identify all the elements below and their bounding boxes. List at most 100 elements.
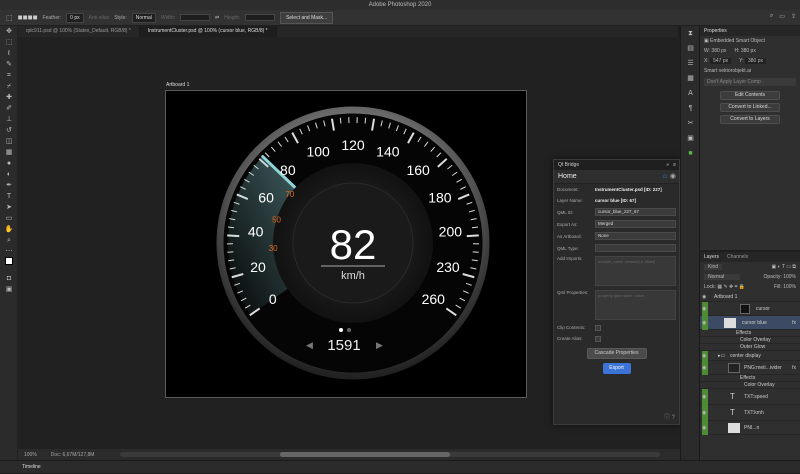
stamp-tool-icon[interactable]: ⊥ [0, 114, 18, 125]
qt-bridge-icon[interactable]: ■ [681, 146, 700, 161]
search-icon[interactable]: ⌕ [770, 13, 773, 20]
visibility-eye-icon[interactable]: ◉ [702, 316, 708, 330]
visibility-eye-icon[interactable]: ◉ [702, 351, 708, 361]
layer-row-selected[interactable]: ◉cursor bluefx [700, 316, 800, 330]
layer-row[interactable]: ◉cursor [700, 302, 800, 316]
panel-menu-icon[interactable]: ≡ [673, 160, 676, 170]
swatches-icon[interactable]: ▦ [681, 71, 700, 86]
visibility-eye-icon[interactable]: ◉ [702, 302, 708, 316]
eyedropper-tool-icon[interactable]: ⌿ [0, 81, 18, 92]
brush-tool-icon[interactable]: ✐ [0, 103, 18, 114]
fx-icon[interactable]: fx [792, 361, 796, 375]
quick-mask-icon[interactable]: ◘ [0, 273, 18, 284]
layer-group-row[interactable]: ◉▸▭center display [700, 351, 800, 361]
layer-effect-row[interactable]: Color Overlay [700, 382, 800, 389]
tab-instrument-cluster[interactable]: InstrumentCluster.psd @ 100% (cursor blu… [140, 26, 277, 37]
layer-row[interactable]: ◉PNI...n [700, 421, 800, 435]
zoom-level[interactable]: 100% [24, 452, 37, 458]
layer-row[interactable]: ◉TTXT:speed [700, 389, 800, 405]
help-icon[interactable]: ? [672, 415, 675, 421]
properties-tab[interactable]: Properties [700, 26, 800, 36]
layer-effects-row[interactable]: Effects [700, 375, 800, 382]
marquee-tool-icon[interactable]: ⬚ [6, 14, 13, 22]
add-imports-input[interactable]: module_name version(i.e.,Main) [595, 256, 676, 286]
tab-channels[interactable]: Channels [727, 252, 748, 262]
layer-effect-row[interactable]: Color Overlay [700, 337, 800, 344]
gradient-tool-icon[interactable]: ▦ [0, 147, 18, 158]
opacity-value[interactable]: 100% [783, 274, 796, 280]
layer-comp-select[interactable]: Don't Apply Layer Comp [704, 78, 796, 86]
more-tools-icon[interactable]: ⋯ [0, 246, 18, 257]
qml-properties-input[interactable]: property type:name: value [595, 290, 676, 320]
filter-icons[interactable]: ▣ ◐ T ▭ ⧉ [772, 264, 796, 270]
export-button[interactable]: Export [603, 363, 631, 374]
qml-id-input[interactable]: cursor_blue_227_67 [595, 208, 676, 216]
layer-row[interactable]: ◉PNG:meti...ividerfx [700, 361, 800, 375]
history-icon[interactable]: ⧗ [681, 26, 700, 41]
lasso-tool-icon[interactable]: ℓ [0, 48, 18, 59]
page-dot[interactable] [347, 328, 351, 332]
create-alias-checkbox[interactable] [595, 336, 601, 342]
visibility-eye-icon[interactable]: ◉ [702, 389, 708, 405]
fx-icon[interactable]: fx [792, 316, 796, 330]
as-artboard-select[interactable]: None [595, 232, 676, 240]
eraser-tool-icon[interactable]: ◫ [0, 136, 18, 147]
pen-tool-icon[interactable]: ✒ [0, 180, 18, 191]
shape-tool-icon[interactable]: ▭ [0, 213, 18, 224]
blend-mode-select[interactable]: Normal [704, 274, 740, 280]
layer-comps-icon[interactable]: ▣ [681, 131, 700, 146]
x-value[interactable]: 547 px [710, 58, 731, 64]
info-icon[interactable]: ⓘ [664, 415, 670, 421]
feather-input[interactable]: 0 px [66, 13, 83, 23]
quick-select-tool-icon[interactable]: ✎ [0, 59, 18, 70]
tab-layers[interactable]: Layers [704, 252, 719, 262]
layer-effects-row[interactable]: Effects [700, 330, 800, 337]
paragraph-icon[interactable]: ¶ [681, 101, 700, 116]
crop-tool-icon[interactable]: ⌗ [0, 70, 18, 81]
convert-to-layers-button[interactable]: Convert to Layers [720, 115, 780, 124]
healing-tool-icon[interactable]: ✚ [0, 92, 18, 103]
cascade-properties-button[interactable]: Cascade Properties [587, 348, 647, 359]
visibility-eye-icon[interactable]: ◉ [702, 405, 708, 421]
layer-effect-row[interactable]: Outer Glow [700, 344, 800, 351]
doc-size[interactable]: Doc: 6,67M/127,8M [51, 452, 95, 458]
libraries-icon[interactable]: ▤ [681, 41, 700, 56]
horizontal-scrollbar[interactable] [120, 452, 660, 457]
style-select[interactable]: Normal [132, 13, 156, 23]
marquee-tool-icon[interactable]: ⬚ [0, 37, 18, 48]
artboard[interactable]: 020406080100120140160180200230260305070 … [165, 90, 527, 398]
qml-type-input[interactable] [595, 244, 676, 252]
select-and-mask-button[interactable]: Select and Mask... [280, 12, 333, 24]
scrollbar-thumb[interactable] [280, 452, 450, 457]
share-icon[interactable]: ⇪ [791, 13, 796, 20]
hand-tool-icon[interactable]: ✋ [0, 224, 18, 235]
path-select-tool-icon[interactable]: ➤ [0, 202, 18, 213]
timeline-panel-tab[interactable]: Timeline [0, 460, 800, 473]
page-dot-active[interactable] [339, 328, 343, 332]
clip-contents-checkbox[interactable] [595, 325, 601, 331]
workspace-icon[interactable]: ▭ [779, 13, 785, 20]
character-icon[interactable]: A [681, 86, 700, 101]
height-input[interactable] [245, 14, 275, 21]
zoom-tool-icon[interactable]: ⌕ [0, 235, 18, 246]
type-tool-icon[interactable]: T [0, 191, 18, 202]
history-brush-icon[interactable]: ↺ [0, 125, 18, 136]
edit-contents-button[interactable]: Edit Contents [720, 91, 780, 100]
prev-arrow-icon[interactable]: ◀ [306, 340, 313, 350]
visibility-eye-icon[interactable]: ◉ [702, 361, 708, 375]
width-input[interactable] [180, 14, 210, 21]
color-swatches-icon[interactable] [0, 257, 18, 273]
h-value[interactable]: 380 px [741, 48, 756, 54]
artboard-label[interactable]: Artboard 1 [166, 82, 189, 88]
y-value[interactable]: 380 px [745, 58, 766, 64]
tab-qdc911[interactable]: qdc911.psd @ 100% (States_Default, RGB/8… [18, 26, 140, 37]
selection-mode-icon[interactable]: ◼◼◼◼ [18, 14, 38, 21]
export-as-select[interactable]: Merged [595, 220, 676, 228]
filter-kind-select[interactable]: Kind [704, 264, 722, 270]
w-value[interactable]: 380 px [711, 48, 726, 54]
settings-icon[interactable]: ◉ [670, 170, 676, 184]
lock-icons[interactable]: ▦ ✎ ✥ ⌗ 🔒 [717, 284, 745, 290]
anti-alias-label[interactable]: Anti-alias [89, 15, 110, 21]
blur-tool-icon[interactable]: ● [0, 158, 18, 169]
visibility-eye-icon[interactable]: ◉ [702, 292, 708, 302]
